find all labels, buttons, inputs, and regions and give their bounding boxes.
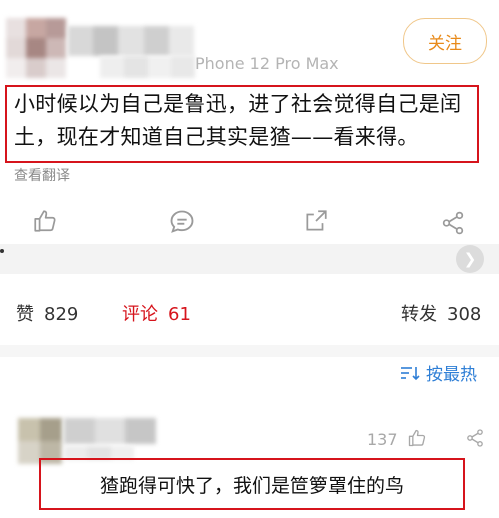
comments-stat[interactable]: 评论 61 — [122, 300, 191, 326]
reposts-stat[interactable]: 转发 308 — [401, 300, 481, 326]
separator-bar — [0, 244, 499, 274]
share-out-icon[interactable] — [303, 208, 329, 238]
dot-marker — [0, 249, 4, 253]
likes-label: 赞 — [16, 304, 34, 325]
comment-text: 猹跑得可快了，我们是笸箩罩住的鸟 — [99, 474, 404, 497]
author-subtitle — [100, 56, 195, 78]
author-name[interactable] — [68, 26, 194, 56]
follow-button[interactable]: 关注 — [403, 18, 487, 64]
comment-like-count: 137 — [367, 430, 398, 449]
post-text: 小时候以为自己是鲁迅，进了社会觉得自己是闰土，现在才知道自己其实是猹——看来得。 — [14, 92, 462, 149]
reposts-count: 308 — [447, 304, 482, 325]
sort-icon — [400, 365, 420, 386]
sort-label: 按最热 — [426, 365, 477, 385]
author-avatar[interactable] — [6, 18, 66, 78]
comment-bubble-icon[interactable] — [168, 208, 196, 240]
comment-like[interactable]: 137 — [367, 428, 427, 452]
share-nodes-icon[interactable] — [440, 210, 466, 240]
comment-share-icon[interactable] — [465, 428, 485, 452]
comments-count: 61 — [168, 304, 191, 325]
device-label: Phone 12 Pro Max — [195, 54, 339, 73]
commenter-name[interactable] — [64, 418, 156, 444]
translate-link[interactable]: 查看翻译 — [14, 165, 70, 185]
sort-hot-button[interactable]: 按最热 — [400, 360, 477, 386]
comments-label: 评论 — [122, 304, 158, 325]
chevron-right-icon[interactable]: ❯ — [456, 245, 484, 273]
section-divider — [0, 345, 499, 357]
thumbs-up-icon — [407, 428, 427, 452]
likes-count: 829 — [44, 304, 79, 325]
likes-stat[interactable]: 赞 829 — [16, 300, 78, 326]
reposts-label: 转发 — [401, 304, 437, 325]
thumbs-up-icon[interactable] — [32, 208, 58, 238]
